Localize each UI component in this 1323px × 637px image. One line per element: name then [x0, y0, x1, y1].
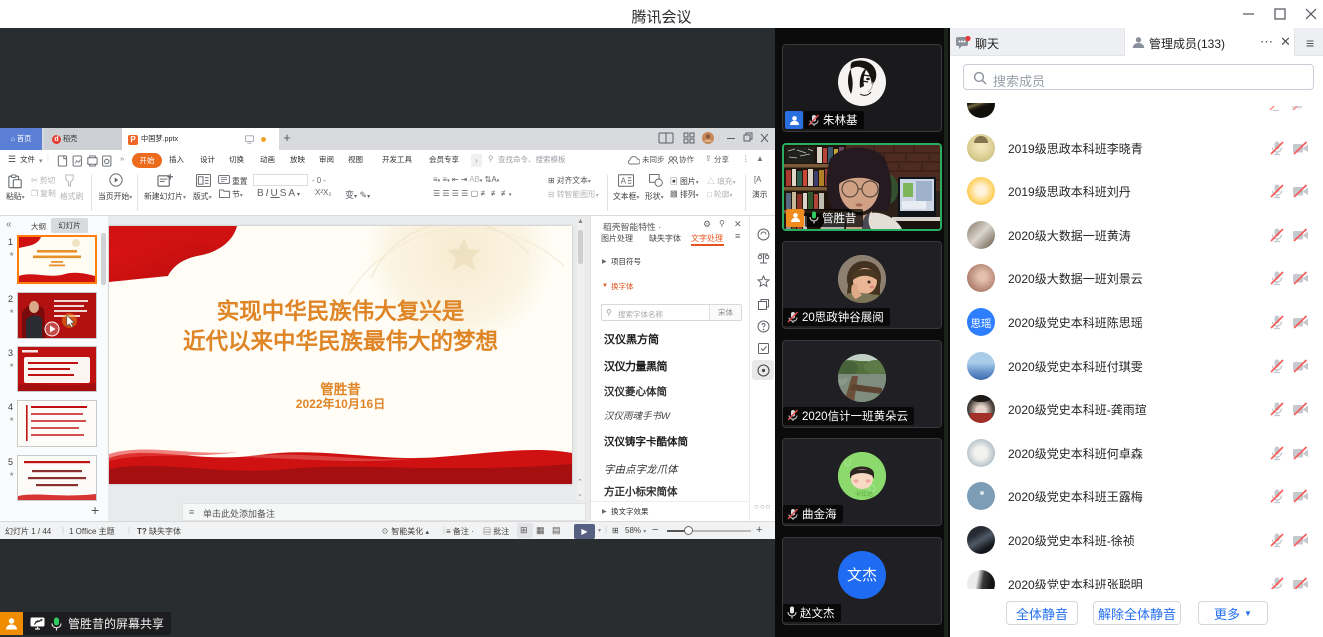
svg-text:U: U	[844, 458, 851, 469]
svg-text:A: A	[621, 177, 627, 186]
svg-text:卡仕达: 卡仕达	[855, 490, 873, 498]
